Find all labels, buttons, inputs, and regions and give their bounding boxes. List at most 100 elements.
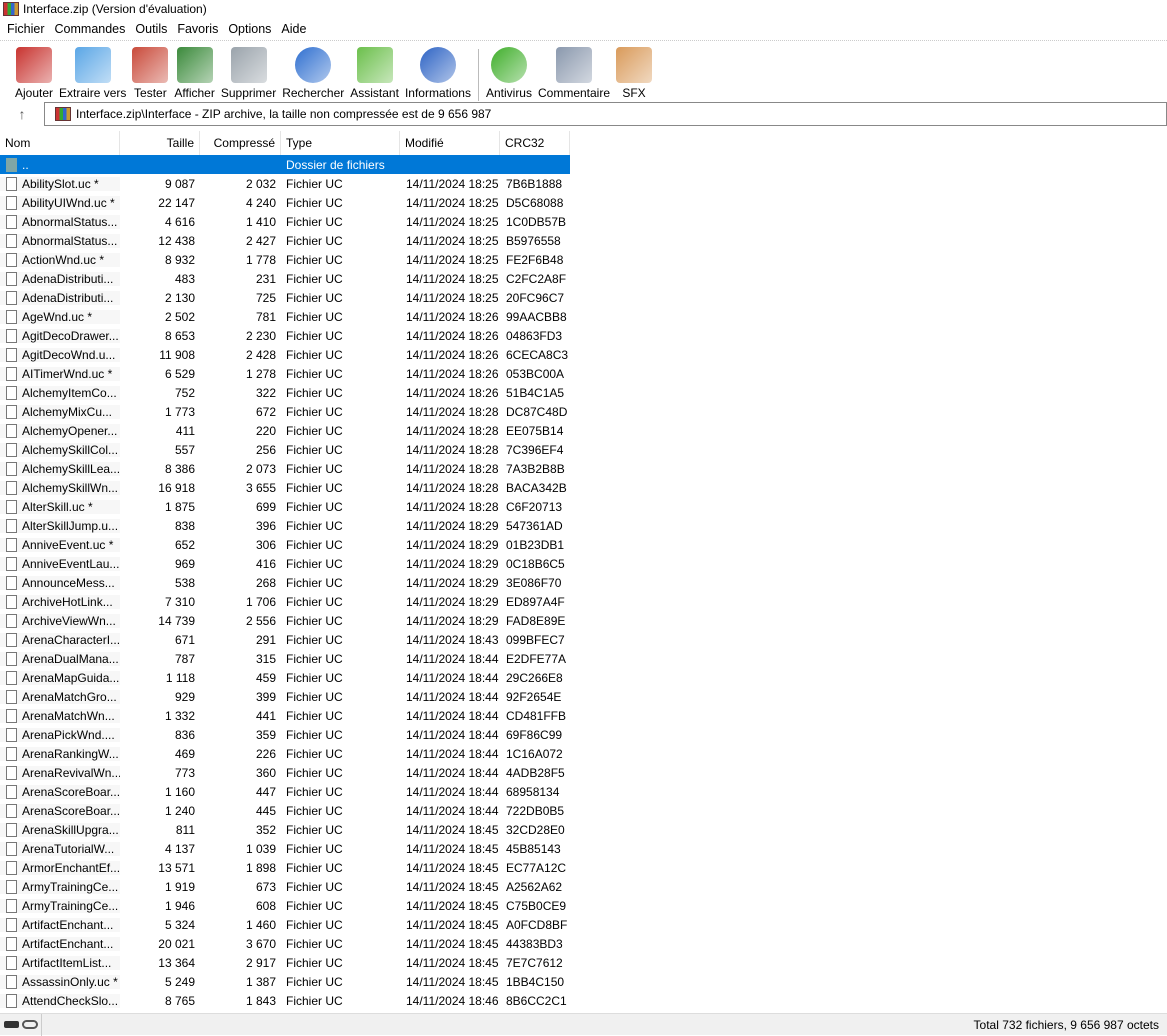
file-size: 1 946 xyxy=(164,898,195,913)
file-type: Fichier UC xyxy=(286,537,343,552)
file-row[interactable]: ArenaScoreBoar... 1 160 447 Fichier UC 14/11… xyxy=(0,782,570,801)
menu-commandes[interactable]: Commandes xyxy=(50,22,131,36)
menu-favoris[interactable]: Favoris xyxy=(172,22,223,36)
drive-icon[interactable] xyxy=(4,1021,19,1028)
file-row[interactable]: ArenaMatchWn... 1 332 441 Fichier UC 14/11/2… xyxy=(0,706,570,725)
toolbar-button-commentaire[interactable]: Commentaire xyxy=(535,47,613,100)
file-row[interactable]: AlchemySkillLea... 8 386 2 073 Fichier UC 14… xyxy=(0,459,570,478)
file-compressed: 1 278 xyxy=(245,366,276,381)
magic-wand-icon xyxy=(356,47,393,83)
file-icon xyxy=(6,556,17,571)
file-row[interactable]: AbnormalStatus... 12 438 2 427 Fichier UC 14… xyxy=(0,231,570,250)
toolbar-separator xyxy=(477,49,479,101)
file-name: AbilityUIWnd.uc * xyxy=(22,195,115,210)
file-row[interactable]: AnniveEventLau... 969 416 Fichier UC 14/11/2… xyxy=(0,554,570,573)
file-row[interactable]: ArmorEnchantEf... 13 571 1 898 Fichier UC 14… xyxy=(0,858,570,877)
file-row[interactable]: AttendCheckSlo... 8 765 1 843 Fichier UC 14/… xyxy=(0,991,570,1010)
file-modified: 14/11/2024 18:25 xyxy=(406,195,499,210)
file-name-cell: ActionWnd.uc * xyxy=(0,252,120,267)
file-modified: 14/11/2024 18:28 xyxy=(406,404,499,419)
file-row[interactable]: AdenaDistributi... 2 130 725 Fichier UC 14/1… xyxy=(0,288,570,307)
file-size: 752 xyxy=(174,385,195,400)
file-name: AgitDecoWnd.u... xyxy=(22,347,116,362)
toolbar-button-antivirus[interactable]: Antivirus xyxy=(483,47,535,100)
file-size: 22 147 xyxy=(158,195,195,210)
file-row[interactable]: AlterSkill.uc * 1 875 699 Fichier UC 14/11/2… xyxy=(0,497,570,516)
toolbar-button-rechercher[interactable]: Rechercher xyxy=(279,47,347,100)
file-type: Fichier UC xyxy=(286,195,343,210)
file-row[interactable]: ArchiveViewWn... 14 739 2 556 Fichier UC 14/… xyxy=(0,611,570,630)
file-row[interactable]: ArchiveHotLink... 7 310 1 706 Fichier UC 14/… xyxy=(0,592,570,611)
file-crc32: 3E086F70 xyxy=(506,575,562,590)
column-modifie[interactable]: Modifié xyxy=(400,131,500,155)
file-row[interactable]: ArenaMapGuida... 1 118 459 Fichier UC 14/11/… xyxy=(0,668,570,687)
file-row[interactable]: ArtifactEnchant... 20 021 3 670 Fichier UC 1… xyxy=(0,934,570,953)
toolbar-button-informations[interactable]: Informations xyxy=(402,47,474,100)
column-taille[interactable]: Taille xyxy=(120,131,200,155)
toolbar-button-supprimer[interactable]: Supprimer xyxy=(218,47,279,100)
file-row[interactable]: ArmyTrainingCe... 1 919 673 Fichier UC 14/11… xyxy=(0,877,570,896)
file-row[interactable]: AbnormalStatus... 4 616 1 410 Fichier UC 14/… xyxy=(0,212,570,231)
toolbar-button-tester[interactable]: Tester xyxy=(129,47,171,100)
file-row[interactable]: AlterSkillJump.u... 838 396 Fichier UC 14/11… xyxy=(0,516,570,535)
toolbar-button-extraire-vers[interactable]: Extraire vers xyxy=(56,47,129,100)
toolbar-button-sfx[interactable]: SFX xyxy=(613,47,655,100)
file-size: 671 xyxy=(174,632,195,647)
file-row[interactable]: AlchemyItemCo... 752 322 Fichier UC 14/11/20… xyxy=(0,383,570,402)
address-path: Interface.zip\Interface - ZIP archive, l… xyxy=(76,107,492,121)
file-row[interactable]: AlchemySkillCol... 557 256 Fichier UC 14/11/… xyxy=(0,440,570,459)
menu-options[interactable]: Options xyxy=(223,22,276,36)
file-row[interactable]: ArenaTutorialW... 4 137 1 039 Fichier UC 14/… xyxy=(0,839,570,858)
address-field[interactable]: Interface.zip\Interface - ZIP archive, l… xyxy=(44,102,1167,126)
file-row[interactable]: ArenaMatchGro... 929 399 Fichier UC 14/11/20… xyxy=(0,687,570,706)
file-row[interactable]: ArenaScoreBoar... 1 240 445 Fichier UC 14/11… xyxy=(0,801,570,820)
file-row[interactable]: AbilitySlot.uc * 9 087 2 032 Fichier UC 14/1… xyxy=(0,174,570,193)
file-row[interactable]: ArtifactEnchant... 5 324 1 460 Fichier UC 14… xyxy=(0,915,570,934)
file-row[interactable]: AgitDecoWnd.u... 11 908 2 428 Fichier UC 14/… xyxy=(0,345,570,364)
file-size: 13 364 xyxy=(158,955,195,970)
parent-folder-row[interactable]: .. Dossier de fichiers xyxy=(0,155,570,174)
menu-fichier[interactable]: Fichier xyxy=(2,22,50,36)
file-crc32: ED897A4F xyxy=(506,594,565,609)
file-modified: 14/11/2024 18:28 xyxy=(406,442,499,457)
file-modified: 14/11/2024 18:25 xyxy=(406,176,499,191)
file-type: Fichier UC xyxy=(286,936,343,951)
key-icon[interactable] xyxy=(22,1020,38,1029)
file-row[interactable]: ArenaPickWnd.... 836 359 Fichier UC 14/11/20… xyxy=(0,725,570,744)
toolbar-button-ajouter[interactable]: Ajouter xyxy=(12,47,56,100)
file-row[interactable]: ActionWnd.uc * 8 932 1 778 Fichier UC 14/11/… xyxy=(0,250,570,269)
menu-outils[interactable]: Outils xyxy=(130,22,172,36)
file-crc32: 722DB0B5 xyxy=(506,803,565,818)
file-row[interactable]: ArenaDualMana... 787 315 Fichier UC 14/11/20… xyxy=(0,649,570,668)
antivirus-bug-icon xyxy=(490,47,527,83)
file-row[interactable]: AlchemyMixCu... 1 773 672 Fichier UC 14/11/2… xyxy=(0,402,570,421)
file-row[interactable]: AnniveEvent.uc * 652 306 Fichier UC 14/11/20… xyxy=(0,535,570,554)
file-row[interactable]: ArenaSkillUpgra... 811 352 Fichier UC 14/11/… xyxy=(0,820,570,839)
file-name-cell: AbnormalStatus... xyxy=(0,233,120,248)
toolbar-button-afficher[interactable]: Afficher xyxy=(171,47,217,100)
file-row[interactable]: AgeWnd.uc * 2 502 781 Fichier UC 14/11/2024 … xyxy=(0,307,570,326)
file-row[interactable]: AlchemyOpener... 411 220 Fichier UC 14/11/20… xyxy=(0,421,570,440)
file-row[interactable]: AdenaDistributi... 483 231 Fichier UC 14/11/… xyxy=(0,269,570,288)
menu-aide[interactable]: Aide xyxy=(276,22,311,36)
file-row[interactable]: AITimerWnd.uc * 6 529 1 278 Fichier UC 14/11… xyxy=(0,364,570,383)
file-row[interactable]: AnnounceMess... 538 268 Fichier UC 14/11/202… xyxy=(0,573,570,592)
file-row[interactable]: ArenaRankingW... 469 226 Fichier UC 14/11/20… xyxy=(0,744,570,763)
file-crc32: B5976558 xyxy=(506,233,561,248)
column-type[interactable]: Type xyxy=(281,131,400,155)
toolbar-button-assistant[interactable]: Assistant xyxy=(347,47,402,100)
file-row[interactable]: ArtifactItemList... 13 364 2 917 Fichier UC… xyxy=(0,953,570,972)
file-row[interactable]: ArmyTrainingCe... 1 946 608 Fichier UC 14/11… xyxy=(0,896,570,915)
file-type: Fichier UC xyxy=(286,917,343,932)
file-row[interactable]: AssassinOnly.uc * 5 249 1 387 Fichier UC 14/… xyxy=(0,972,570,991)
column-crc32[interactable]: CRC32 xyxy=(500,131,570,155)
file-name: ArenaMatchGro... xyxy=(22,689,117,704)
file-row[interactable]: ArenaRevivalWn... 773 360 Fichier UC 14/11/2… xyxy=(0,763,570,782)
up-arrow-icon[interactable]: ↑ xyxy=(0,106,44,122)
column-nom[interactable]: Nom xyxy=(0,131,120,155)
file-row[interactable]: AlchemySkillWn... 16 918 3 655 Fichier UC 14… xyxy=(0,478,570,497)
file-row[interactable]: AbilityUIWnd.uc * 22 147 4 240 Fichier UC 14… xyxy=(0,193,570,212)
file-row[interactable]: AgitDecoDrawer... 8 653 2 230 Fichier UC 14/… xyxy=(0,326,570,345)
file-row[interactable]: ArenaCharacterI... 671 291 Fichier UC 14/11/… xyxy=(0,630,570,649)
column-compresse[interactable]: Compressé xyxy=(200,131,281,155)
